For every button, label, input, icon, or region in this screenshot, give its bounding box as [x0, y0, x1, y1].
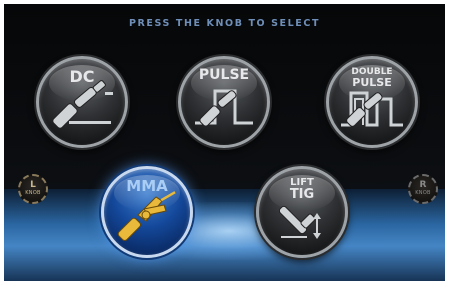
right-knob-word: KNOB	[415, 190, 431, 196]
welder-mode-screen: PRESS THE KNOB TO SELECT DC PULSE DOUBLE…	[4, 4, 445, 281]
right-knob-icon: R KNOB	[408, 174, 438, 204]
mode-button-pulse[interactable]: PULSE	[178, 56, 270, 148]
pulse-wave-icon	[195, 89, 253, 127]
mode-button-mma[interactable]: MMA	[101, 166, 193, 258]
page-title: PRESS THE KNOB TO SELECT	[128, 18, 321, 29]
left-knob-icon: L KNOB	[18, 174, 48, 204]
electrode-holder-icon	[117, 191, 176, 241]
tig-torch-icon	[278, 205, 321, 239]
torch-icon	[52, 80, 113, 129]
mode-button-double-pulse[interactable]: DOUBLE PULSE	[326, 56, 418, 148]
left-knob-letter: L	[30, 180, 36, 190]
right-knob-letter: R	[419, 180, 427, 190]
left-knob-word: KNOB	[25, 190, 41, 196]
double-pulse-wave-icon	[341, 91, 403, 127]
mode-button-dc[interactable]: DC	[36, 56, 128, 148]
mode-button-lift-tig[interactable]: LIFT TIG	[256, 166, 348, 258]
